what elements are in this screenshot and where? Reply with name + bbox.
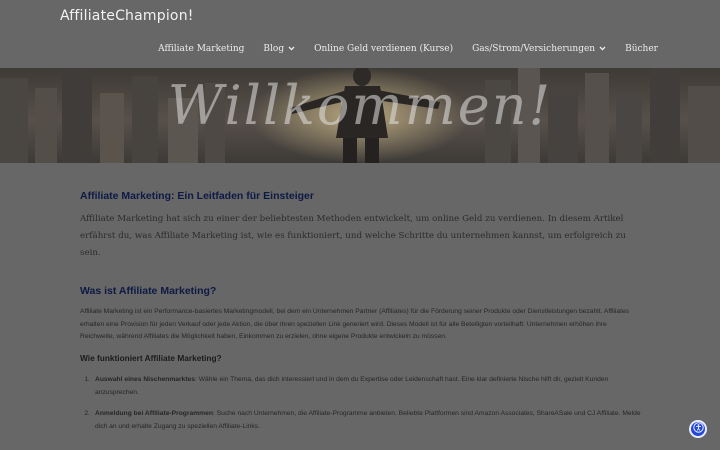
nav-label: Affiliate Marketing — [158, 44, 245, 54]
list-item: 1. Auswahl eines Nischenmarktes: Wähle e… — [80, 374, 645, 399]
article-intro: Affiliate Marketing hat sich zu einer de… — [80, 214, 626, 258]
chevron-down-icon — [599, 45, 606, 53]
nav-label: Blog — [263, 44, 285, 54]
nav-item-buecher[interactable]: Bücher — [625, 44, 658, 54]
hero-welcome-text: Willkommen! — [167, 74, 553, 137]
list-item-bold: Auswahl eines Nischenmarktes — [95, 376, 195, 383]
nav-item-gas-strom[interactable]: Gas/Strom/Versicherungen — [472, 44, 606, 54]
list-text: Auswahl eines Nischenmarktes: Wähle ein … — [95, 374, 645, 399]
nav-label: Bücher — [625, 44, 658, 54]
nav-item-affiliate-marketing[interactable]: Affiliate Marketing — [158, 44, 244, 54]
site-logo[interactable]: AffiliateChampion! — [60, 8, 194, 24]
main-nav: Affiliate Marketing Blog Online Geld ver… — [139, 44, 658, 54]
nav-label: Gas/Strom/Versicherungen — [472, 44, 596, 54]
article-title: Affiliate Marketing: Ein Leitfaden für E… — [80, 190, 314, 202]
main-content: Affiliate Marketing: Ein Leitfaden für E… — [0, 163, 720, 450]
list-item-bold: Anmeldung bei Affiliate-Programmen — [95, 410, 213, 417]
subsection-heading: Wie funktioniert Affiliate Marketing? — [80, 353, 222, 363]
list-text: Anmeldung bei Affiliate-Programmen: Such… — [95, 408, 645, 433]
list-item: 2. Anmeldung bei Affiliate-Programmen: S… — [80, 408, 645, 433]
chevron-down-icon — [288, 45, 295, 53]
accessibility-button[interactable] — [689, 420, 707, 438]
section-paragraph: Affiliate Marketing ist ein Performance-… — [80, 308, 630, 340]
nav-item-online-geld[interactable]: Online Geld verdienen (Kurse) — [314, 44, 453, 54]
nav-item-blog[interactable]: Blog — [263, 44, 295, 54]
steps-list: 1. Auswahl eines Nischenmarktes: Wähle e… — [80, 374, 645, 442]
site-header: AffiliateChampion! Affiliate Marketing B… — [0, 0, 720, 68]
section-heading: Was ist Affiliate Marketing? — [80, 285, 217, 297]
list-number: 2. — [84, 410, 90, 417]
hero-banner: Willkommen! — [0, 68, 720, 163]
accessibility-icon — [692, 420, 704, 438]
nav-label: Online Geld verdienen (Kurse) — [314, 44, 454, 54]
list-number: 1. — [84, 376, 90, 383]
